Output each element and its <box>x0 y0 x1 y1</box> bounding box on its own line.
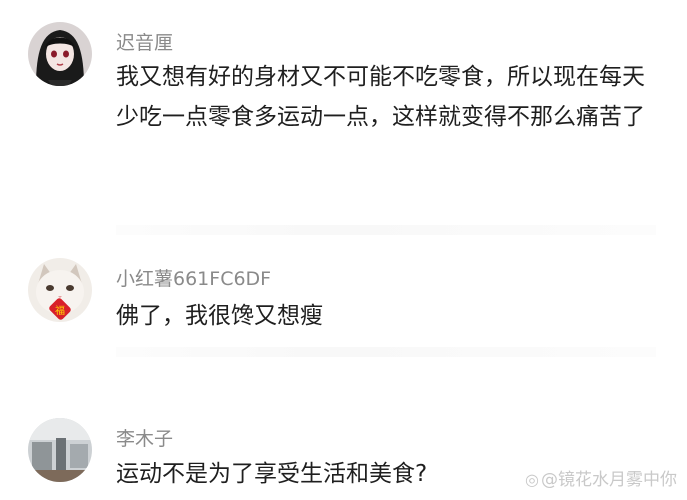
divider <box>116 225 656 235</box>
comment-text: 佛了，我很馋又想瘦 <box>116 303 323 329</box>
comment-author[interactable]: 小红薯661FC6DF <box>116 264 271 291</box>
divider <box>116 347 656 357</box>
avatar[interactable] <box>28 418 92 482</box>
comment-author[interactable]: 李木子 <box>116 424 173 451</box>
gym-photo-avatar-icon <box>28 418 92 482</box>
avatar[interactable] <box>28 22 92 86</box>
kitten-avatar-icon: 福 <box>28 258 92 322</box>
comment-author[interactable]: 迟音厘 <box>116 28 173 55</box>
watermark-text: @镜花水月雾中你 <box>541 470 677 490</box>
watermark: ◎ @镜花水月雾中你 <box>525 465 677 490</box>
weibo-icon: ◎ <box>525 470 539 489</box>
avatar[interactable]: 福 <box>28 258 92 322</box>
comment-text: 我又想有好的身材又不可能不吃零食，所以现在每天少吃一点零食多运动一点，这样就变得… <box>116 64 645 130</box>
svg-text:福: 福 <box>55 304 65 317</box>
anime-girl-avatar-icon <box>28 22 92 86</box>
